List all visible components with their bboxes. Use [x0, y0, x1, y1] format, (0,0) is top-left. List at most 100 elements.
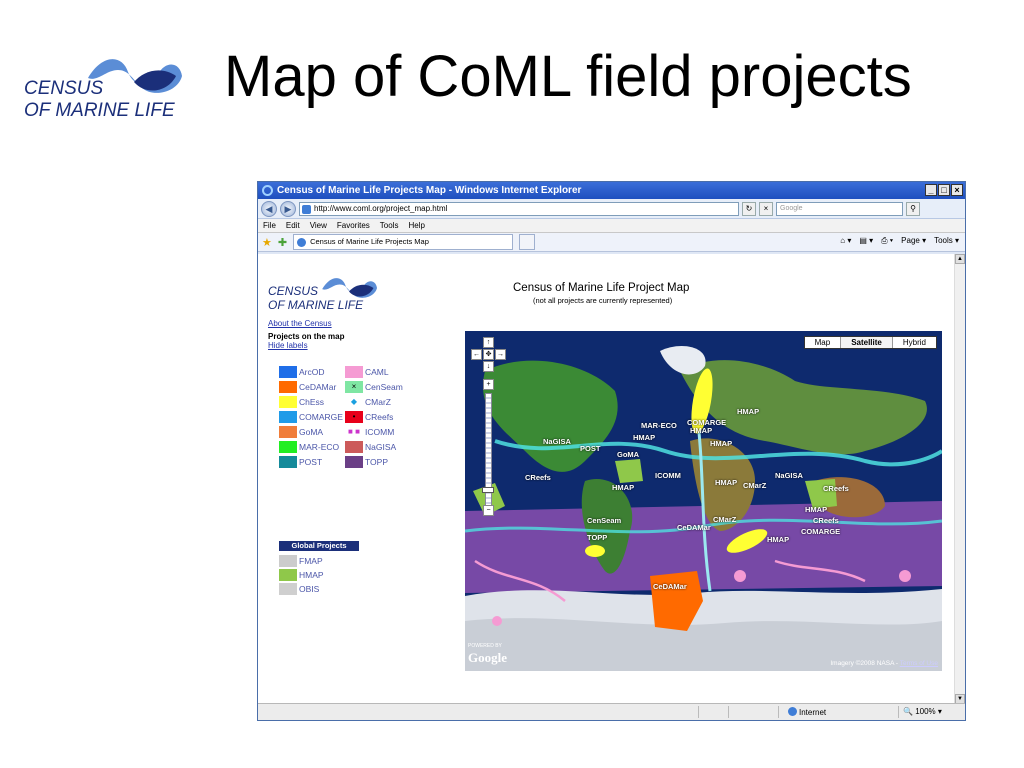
map-label-cmarz[interactable]: CMarZ — [743, 481, 766, 490]
search-go-button[interactable]: ⚲ — [906, 201, 920, 216]
page-logo-line2: OF MARINE LIFE — [268, 298, 364, 312]
map-label-censeam[interactable]: CenSeam — [587, 516, 621, 525]
projects-heading: Projects on the map — [268, 332, 345, 341]
page-favicon-icon — [302, 204, 311, 214]
pan-down-button[interactable]: ↓ — [483, 361, 494, 372]
legend-item: • CReefs — [345, 409, 411, 424]
menu-view[interactable]: View — [310, 221, 327, 230]
minimize-button[interactable]: _ — [925, 184, 937, 196]
map-type-map[interactable]: Map — [804, 337, 841, 348]
vertical-scrollbar[interactable]: ▲ ▼ — [954, 254, 965, 704]
menu-favorites[interactable]: Favorites — [337, 221, 370, 230]
close-button[interactable]: × — [951, 184, 963, 196]
legend-item: NaGISA — [345, 439, 411, 454]
zoom-slider[interactable] — [485, 393, 492, 511]
terms-of-use-link[interactable]: Terms of Use — [900, 660, 938, 667]
map-label-nagisa[interactable]: NaGISA — [543, 437, 571, 446]
command-bar: ⌂ ▾ ▤ ▾ ⎙ ▾ Page ▾ Tools ▾ — [840, 236, 959, 246]
legend-swatch — [279, 410, 297, 423]
legend-label: COMARGE — [299, 411, 343, 422]
legend-row: GoMA ■ ■ ICOMM — [279, 424, 429, 439]
map-label-icomm[interactable]: ICOMM — [655, 471, 681, 480]
scroll-up-arrow-icon[interactable]: ▲ — [955, 254, 965, 264]
window-controls: _ □ × — [925, 184, 963, 196]
tab-favicon-icon — [297, 238, 307, 247]
map-label-mar-eco[interactable]: MAR-ECO — [641, 421, 677, 430]
map-type-hybrid[interactable]: Hybrid — [891, 337, 936, 348]
map-label-creefs[interactable]: CReefs — [525, 473, 551, 482]
pan-up-button[interactable]: ↑ — [483, 337, 494, 348]
menu-tools[interactable]: Tools — [380, 221, 399, 230]
legend-item: COMARGE — [279, 409, 345, 424]
map-label-hmap-4[interactable]: HMAP — [710, 439, 732, 448]
map-label-creefs-3[interactable]: CReefs — [813, 516, 839, 525]
zoom-in-button[interactable]: + — [483, 379, 494, 390]
map-label-hmap-8[interactable]: HMAP — [767, 535, 789, 544]
back-button[interactable]: ◀ — [261, 200, 277, 217]
map-label-cedamar-2[interactable]: CeDAMar — [653, 582, 687, 591]
menu-file[interactable]: File — [263, 221, 276, 230]
url-field[interactable]: http://www.coml.org/project_map.html — [299, 201, 739, 216]
map-label-hmap[interactable]: HMAP — [737, 407, 759, 416]
pan-right-button[interactable]: → — [495, 349, 506, 360]
legend-item: ■ ■ ICOMM — [345, 424, 411, 439]
map-label-hmap-2[interactable]: HMAP — [690, 426, 712, 435]
map-label-cedamar[interactable]: CeDAMar — [677, 523, 711, 532]
zone-text: Internet — [799, 708, 827, 717]
window-title: Census of Marine Life Projects Map - Win… — [277, 185, 582, 196]
about-census-link[interactable]: About the Census — [268, 319, 332, 328]
window-titlebar[interactable]: Census of Marine Life Projects Map - Win… — [258, 182, 965, 199]
new-tab-button[interactable] — [519, 234, 536, 250]
map-label-creefs-2[interactable]: CReefs — [823, 484, 849, 493]
tools-menu[interactable]: Tools ▾ — [934, 236, 959, 246]
google-logo[interactable]: Google — [468, 650, 507, 666]
pan-left-button[interactable]: ← — [471, 349, 482, 360]
project-map[interactable]: HMAP MAR-ECO COMARGE HMAP HMAP HMAP NaGI… — [465, 331, 942, 671]
map-label-hmap-7[interactable]: HMAP — [805, 505, 827, 514]
maximize-button[interactable]: □ — [938, 184, 950, 196]
tab-bar: ★ ✚ Census of Marine Life Projects Map ⌂… — [258, 233, 965, 252]
feeds-icon[interactable]: ▤ ▾ — [859, 236, 873, 246]
map-label-nagisa-2[interactable]: NaGISA — [775, 471, 803, 480]
page-content: CENSUS OF MARINE LIFE About the Census P… — [258, 254, 965, 704]
page-menu[interactable]: Page ▾ — [901, 236, 926, 246]
zoom-slider-handle[interactable] — [482, 487, 494, 493]
refresh-button[interactable]: ↻ — [742, 201, 756, 216]
map-label-hmap-6[interactable]: HMAP — [715, 478, 737, 487]
map-type-satellite[interactable]: Satellite — [840, 337, 892, 348]
hide-labels-link[interactable]: Hide labels — [268, 341, 308, 350]
legend-swatch — [345, 455, 363, 468]
map-label-comarge-2[interactable]: COMARGE — [801, 527, 840, 536]
add-favorite-icon[interactable]: ✚ — [278, 236, 287, 249]
legend-label: CReefs — [365, 411, 394, 422]
map-label-post[interactable]: POST — [580, 444, 600, 453]
menu-edit[interactable]: Edit — [286, 221, 300, 230]
legend-item: CeDAMar — [279, 379, 345, 394]
zoom-out-button[interactable]: − — [483, 505, 494, 516]
map-label-goma[interactable]: GoMA — [617, 450, 639, 459]
search-input[interactable]: Google — [776, 201, 903, 216]
zoom-level[interactable]: 🔍 100% ▾ — [903, 707, 942, 716]
legend-swatch: ■ ■ — [345, 425, 363, 438]
stop-button[interactable]: × — [759, 201, 773, 216]
tab-census-map[interactable]: Census of Marine Life Projects Map — [293, 234, 514, 250]
map-label-hmap-3[interactable]: HMAP — [633, 433, 655, 442]
legend-row: POST TOPP — [279, 454, 429, 469]
print-icon[interactable]: ⎙ ▾ — [881, 236, 893, 246]
home-icon[interactable]: ⌂ ▾ — [840, 236, 851, 246]
menu-help[interactable]: Help — [408, 221, 424, 230]
map-label-hmap-5[interactable]: HMAP — [612, 483, 634, 492]
map-label-cmarz-2[interactable]: CMarZ — [713, 515, 736, 524]
map-label-topp[interactable]: TOPP — [587, 533, 607, 542]
pan-center-button[interactable]: ✥ — [483, 349, 494, 360]
legend-label: ChEss — [299, 396, 325, 407]
legend-label: NaGISA — [365, 441, 397, 452]
legend-swatch — [279, 425, 297, 438]
forward-button[interactable]: ▶ — [280, 200, 296, 217]
project-legend: ArcOD CAML CeDAMar × CenSeam ChEss ◆ CMarZ COMAR… — [279, 364, 429, 469]
favorites-star-icon[interactable]: ★ — [262, 236, 272, 249]
security-zone[interactable]: Internet — [788, 707, 826, 717]
zoom-text: 100% — [915, 707, 936, 716]
legend-swatch — [279, 395, 297, 408]
legend-label: CenSeam — [365, 381, 403, 392]
